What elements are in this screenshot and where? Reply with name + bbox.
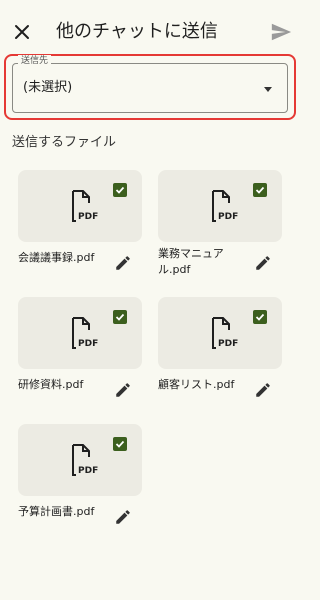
file-card: PDF 会議議事録.pdf — [18, 170, 144, 280]
edit-filename-button[interactable] — [114, 508, 132, 526]
send-icon — [271, 23, 292, 41]
file-thumbnail[interactable]: PDF — [18, 297, 142, 369]
check-icon — [115, 186, 125, 194]
file-thumbnail[interactable]: PDF — [158, 170, 282, 242]
check-icon — [255, 186, 265, 194]
file-card: PDF 顧客リスト.pdf — [158, 297, 284, 407]
pencil-icon — [116, 383, 130, 397]
file-card: PDF 予算計画書.pdf — [18, 424, 144, 534]
close-button[interactable] — [10, 20, 34, 44]
dropdown-arrow-icon — [264, 87, 272, 92]
file-thumbnail[interactable]: PDF — [18, 424, 142, 496]
edit-filename-button[interactable] — [254, 381, 272, 399]
pdf-file-icon: PDF — [72, 444, 98, 476]
edit-filename-button[interactable] — [114, 381, 132, 399]
file-card: PDF 業務マニュアル.pdf — [158, 170, 284, 280]
file-name: 顧客リスト.pdf — [158, 378, 235, 391]
app-bar: 他のチャットに送信 — [0, 0, 300, 60]
file-name: 研修資料.pdf — [18, 378, 84, 391]
file-name: 予算計画書.pdf — [18, 505, 95, 518]
destination-select[interactable]: (未選択) — [12, 63, 288, 113]
svg-text:PDF: PDF — [78, 339, 98, 349]
svg-text:PDF: PDF — [218, 339, 238, 349]
svg-text:PDF: PDF — [78, 466, 98, 476]
file-name: 業務マニュアル.pdf — [158, 247, 224, 276]
svg-text:PDF: PDF — [218, 212, 238, 222]
pencil-icon — [256, 383, 270, 397]
send-button[interactable] — [270, 21, 292, 43]
file-name: 会議議事録.pdf — [18, 251, 95, 264]
file-checkbox[interactable] — [113, 437, 127, 451]
file-thumbnail[interactable]: PDF — [158, 297, 282, 369]
destination-value: (未選択) — [23, 80, 73, 95]
pdf-file-icon: PDF — [72, 190, 98, 222]
page-title: 他のチャットに送信 — [56, 21, 218, 42]
pencil-icon — [256, 256, 270, 270]
edit-filename-button[interactable] — [114, 254, 132, 272]
pdf-file-icon: PDF — [212, 317, 238, 349]
file-checkbox[interactable] — [253, 183, 267, 197]
pdf-file-icon: PDF — [72, 317, 98, 349]
file-checkbox[interactable] — [113, 183, 127, 197]
check-icon — [115, 313, 125, 321]
check-icon — [115, 440, 125, 448]
files-section-title: 送信するファイル — [12, 135, 117, 150]
file-card: PDF 研修資料.pdf — [18, 297, 144, 407]
svg-text:PDF: PDF — [78, 212, 98, 222]
pencil-icon — [116, 510, 130, 524]
destination-label: 送信先 — [18, 55, 52, 67]
pdf-file-icon: PDF — [212, 190, 238, 222]
edit-filename-button[interactable] — [254, 254, 272, 272]
pencil-icon — [116, 256, 130, 270]
file-thumbnail[interactable]: PDF — [18, 170, 142, 242]
file-checkbox[interactable] — [253, 310, 267, 324]
file-checkbox[interactable] — [113, 310, 127, 324]
check-icon — [255, 313, 265, 321]
close-icon — [15, 25, 29, 39]
